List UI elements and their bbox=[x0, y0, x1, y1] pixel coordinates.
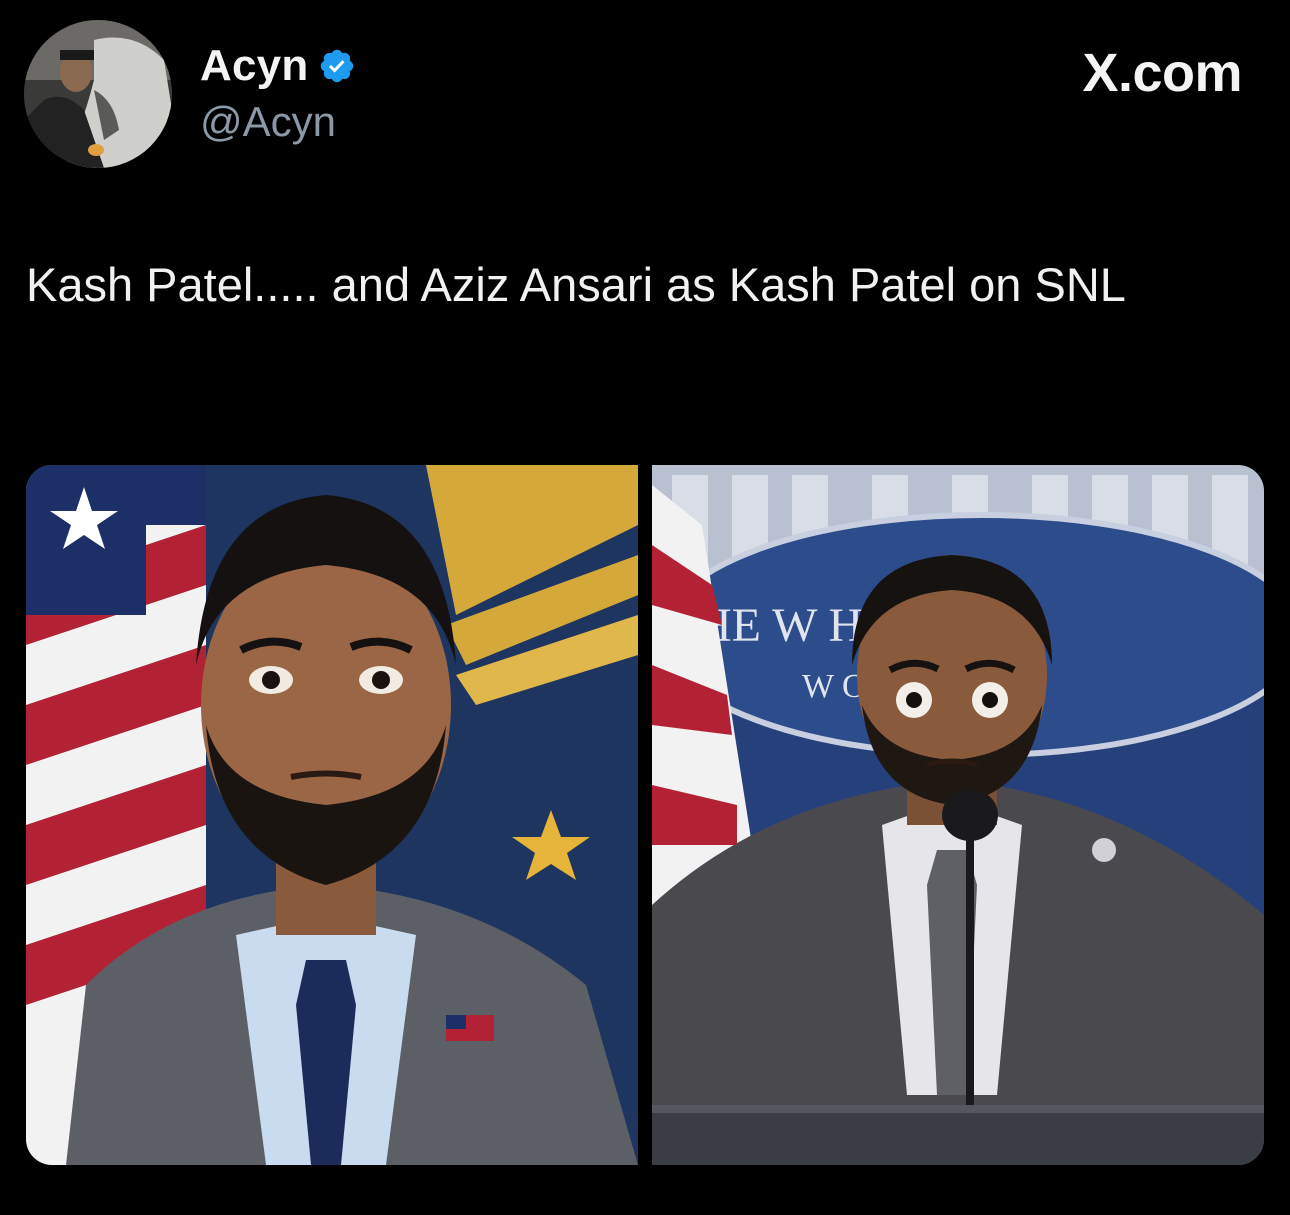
tweet-text: Kash Patel..... and Aziz Ansari as Kash … bbox=[26, 258, 1126, 311]
avatar-image bbox=[24, 20, 172, 168]
display-name[interactable]: Acyn bbox=[200, 41, 308, 91]
brand-wordmark: X.com bbox=[1082, 43, 1242, 103]
author-names: Acyn @Acyn bbox=[200, 38, 356, 146]
portrait-photo bbox=[26, 465, 638, 1165]
verified-badge-icon bbox=[318, 47, 356, 85]
media-image-left[interactable] bbox=[26, 465, 638, 1165]
tweet-media[interactable]: HE W HOUSE W ON bbox=[26, 465, 1264, 1165]
author-avatar[interactable] bbox=[24, 20, 172, 168]
display-name-row: Acyn bbox=[200, 38, 356, 94]
author-handle[interactable]: @Acyn bbox=[200, 98, 356, 146]
tweet-header: Acyn @Acyn X.com bbox=[24, 20, 1266, 170]
snl-photo: HE W HOUSE W ON bbox=[652, 465, 1264, 1165]
media-image-right[interactable]: HE W HOUSE W ON bbox=[652, 465, 1264, 1165]
